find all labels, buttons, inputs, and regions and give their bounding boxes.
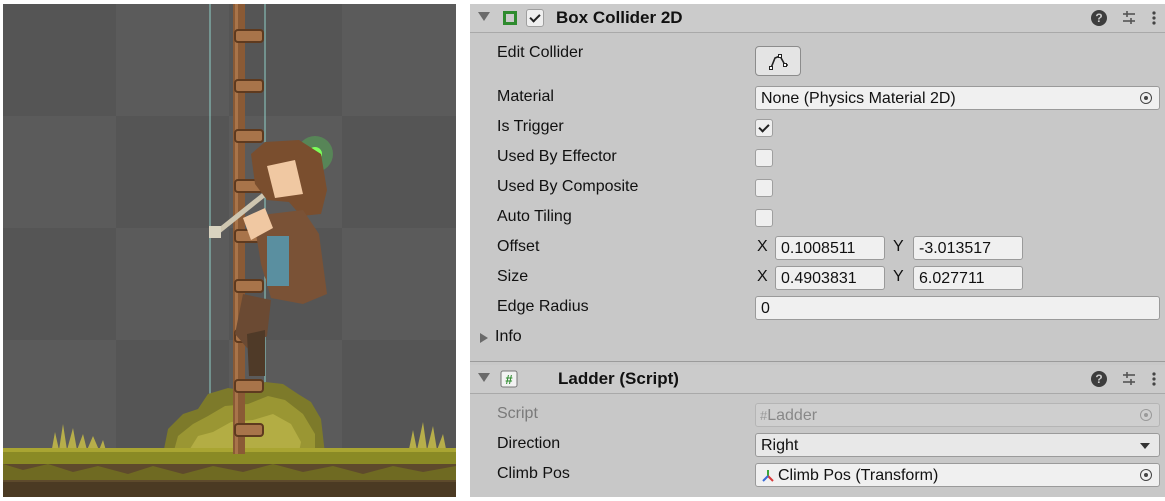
is-trigger-row: Is Trigger [470, 114, 1165, 144]
script-value: Ladder [767, 407, 818, 424]
object-picker-icon[interactable] [1140, 92, 1152, 104]
checkmark-icon [758, 121, 770, 133]
direction-label: Direction [497, 435, 561, 452]
offset-label: Offset [497, 238, 540, 255]
edge-radius-field[interactable]: 0 [755, 296, 1160, 320]
help-icon[interactable]: ? [1091, 10, 1107, 26]
auto-tiling-label: Auto Tiling [497, 208, 572, 225]
climb-pos-row: Climb Pos Climb Pos (Transform) [470, 461, 1165, 491]
offset-y-label[interactable]: Y [893, 238, 904, 256]
edge-radius-label: Edge Radius [497, 298, 589, 315]
used-by-composite-checkbox[interactable] [755, 179, 773, 197]
script-label: Script [497, 405, 538, 422]
used-by-effector-row: Used By Effector [470, 144, 1165, 174]
material-row: Material None (Physics Material 2D) [470, 84, 1165, 114]
climb-pos-field[interactable]: Climb Pos (Transform) [755, 463, 1160, 487]
used-by-composite-label: Used By Composite [497, 178, 639, 195]
climb-pos-value: Climb Pos (Transform) [778, 467, 939, 484]
script-row: Script #Ladder [470, 401, 1165, 431]
edit-collider-row: Edit Collider [470, 40, 1165, 82]
edit-collider-button[interactable] [755, 46, 801, 76]
is-trigger-label: Is Trigger [497, 118, 564, 135]
used-by-composite-row: Used By Composite [470, 174, 1165, 204]
svg-text:#: # [505, 372, 513, 387]
script-value-wrapper: #Ladder [760, 407, 817, 425]
material-label: Material [497, 88, 554, 105]
chevron-down-icon [1140, 443, 1150, 449]
material-field[interactable]: None (Physics Material 2D) [755, 86, 1160, 110]
box-collider-header[interactable]: Box Collider 2D ? [470, 4, 1165, 33]
size-x-field[interactable]: 0.4903831 [775, 266, 885, 290]
component-title: Ladder (Script) [558, 369, 679, 388]
help-icon[interactable]: ? [1091, 371, 1107, 387]
component-enabled-checkbox[interactable] [526, 9, 544, 27]
edge-radius-row: Edge Radius 0 [470, 294, 1165, 324]
edge-radius-value: 0 [761, 300, 770, 317]
offset-y-field[interactable]: -3.013517 [913, 236, 1023, 260]
component-title: Box Collider 2D [556, 8, 683, 27]
edit-shape-icon [769, 54, 788, 70]
inspector-panel: Box Collider 2D ? Edit Collider Material [470, 4, 1165, 497]
size-y-label[interactable]: Y [893, 268, 904, 286]
transform-icon [760, 468, 776, 484]
scene-canvas [3, 4, 456, 497]
offset-x-value: 0.1008511 [781, 240, 856, 257]
info-foldout[interactable]: Info [470, 324, 1165, 354]
info-label[interactable]: Info [495, 328, 522, 346]
material-value: None (Physics Material 2D) [761, 90, 956, 107]
auto-tiling-checkbox[interactable] [755, 209, 773, 227]
object-picker-icon [1140, 409, 1152, 421]
offset-y-value: -3.013517 [919, 240, 992, 257]
box-collider-icon [502, 10, 518, 26]
offset-row: Offset X 0.1008511 Y -3.013517 [470, 234, 1165, 264]
foldout-arrow-icon[interactable] [480, 333, 488, 343]
direction-row: Direction Right [470, 431, 1165, 461]
component-divider [470, 361, 1165, 362]
size-x-value: 0.4903831 [781, 270, 857, 287]
size-y-value: 6.027711 [919, 270, 985, 287]
offset-x-field[interactable]: 0.1008511 [775, 236, 885, 260]
used-by-effector-label: Used By Effector [497, 148, 617, 165]
kebab-menu-icon[interactable] [1151, 10, 1157, 26]
size-label: Size [497, 268, 529, 285]
offset-x-label[interactable]: X [757, 238, 768, 256]
foldout-arrow-icon[interactable] [478, 12, 490, 21]
object-picker-icon[interactable] [1140, 469, 1152, 481]
climb-pos-label: Climb Pos [497, 465, 570, 482]
script-field: #Ladder [755, 403, 1160, 427]
direction-dropdown[interactable]: Right [755, 433, 1160, 457]
is-trigger-checkbox[interactable] [755, 119, 773, 137]
ground-tiles [3, 448, 456, 497]
size-y-field[interactable]: 6.027711 [913, 266, 1023, 290]
size-row: Size X 0.4903831 Y 6.027711 [470, 264, 1165, 294]
direction-value: Right [761, 437, 799, 454]
presets-icon[interactable] [1121, 371, 1137, 387]
foldout-arrow-icon[interactable] [478, 373, 490, 382]
auto-tiling-row: Auto Tiling [470, 204, 1165, 234]
size-x-label[interactable]: X [757, 268, 768, 286]
used-by-effector-checkbox[interactable] [755, 149, 773, 167]
presets-icon[interactable] [1121, 10, 1137, 26]
edit-collider-label: Edit Collider [497, 44, 584, 61]
script-hash-icon: # [500, 370, 518, 388]
kebab-menu-icon[interactable] [1151, 371, 1157, 387]
checkmark-icon [529, 11, 541, 23]
scene-view[interactable] [3, 4, 456, 497]
ladder-script-header[interactable]: # Ladder (Script) ? [470, 365, 1165, 394]
